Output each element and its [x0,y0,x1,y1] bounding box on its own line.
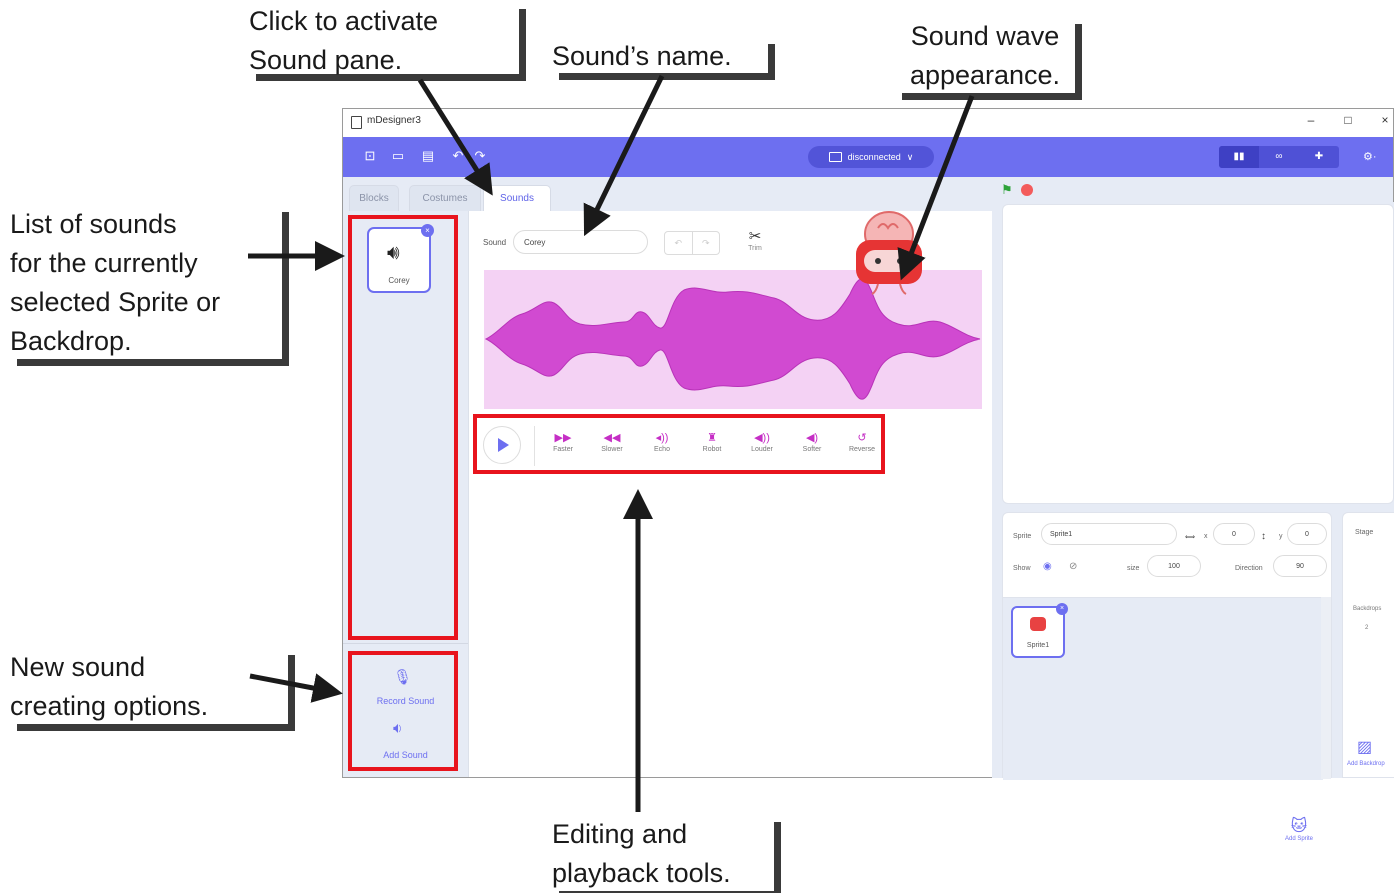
title-bar: mDesigner3 – □ × [343,109,1393,137]
new-project-icon[interactable]: ⊡ [363,149,377,163]
sound-name-label: Sound [483,238,507,247]
settings-gear-icon[interactable]: ⚙· [1363,150,1377,163]
show-visible-icon[interactable]: ◉ [1043,561,1052,572]
callout-line: selected Sprite or [10,287,221,317]
callout-new-sound: New sound creating options. [10,648,288,724]
callout-line: playback tools. [552,858,731,888]
sprite-name-input[interactable]: Sprite1 [1041,523,1177,545]
sprite-label: Sprite [1013,533,1032,540]
sound-editor: Sound Corey ↶ ↷ ✂ Trim ▶▶ Faster ◀◀ Slower… [468,211,994,777]
trim-label: Trim [748,245,762,252]
blocks-mode-button[interactable]: ▮▮ [1219,146,1259,168]
tab-costumes[interactable]: Costumes [409,185,481,211]
stage-panel: Stage Backdrops 2 ▨ Add Backdrop [1342,512,1394,778]
backdrops-label: Backdrops [1353,606,1382,612]
extension-mode-button[interactable]: ✚ [1299,146,1339,168]
connect-mode-button[interactable]: ∞ [1259,146,1299,168]
callout-line: Sound pane. [249,45,403,75]
callout-line: Editing and [552,819,688,849]
size-label: size [1127,565,1140,572]
y-label: y [1279,533,1283,540]
callout-line: Sound’s name. [552,41,732,71]
undo-redo-group: ↶ ↷ [664,231,720,255]
hide-icon[interactable]: ⊘ [1069,561,1077,572]
add-sprite-label: Add Sprite [1284,836,1314,842]
green-flag-icon[interactable]: ⚑ [1001,182,1013,198]
connection-status: disconnected [847,152,901,162]
mode-switcher: ▮▮ ∞ ✚ [1219,146,1339,168]
sprite-tile[interactable]: Sprite1 × [1011,603,1068,658]
maximize-button[interactable]: □ [1338,113,1358,127]
direction-label: Direction [1235,565,1263,572]
sound-name-input[interactable]: Corey [513,230,648,254]
connection-dropdown[interactable]: disconnected ∨ [808,146,934,168]
callout-sound-wave: Sound wave appearance. [895,17,1075,93]
callout-line: appearance. [909,60,1061,90]
trim-button[interactable]: ✂ Trim [743,227,767,252]
direction-input[interactable]: 90 [1273,555,1327,577]
undo-edit-button[interactable]: ↶ [665,232,692,254]
x-label: x [1204,533,1208,540]
scissors-icon: ✂ [748,228,762,245]
sprite-info-panel: Sprite Sprite1 ⟺ x 0 ↕ y 0 Show ◉ ⊘ size… [1002,512,1332,842]
callout-activate-sound-pane: Click to activate Sound pane. [249,2,519,75]
callout-line: creating options. [10,691,209,721]
callout-list-of-sounds: List of sounds for the currently selecte… [10,205,282,359]
y-input[interactable]: 0 [1287,523,1327,545]
size-input[interactable]: 100 [1147,555,1201,577]
redo-icon[interactable]: ↷ [473,149,487,163]
callout-line: New sound [10,652,146,682]
add-sprite-icon: 🐱︎ [1290,818,1308,835]
close-window-button[interactable]: × [1375,113,1393,127]
sprite-tile-name: Sprite1 [1026,642,1050,649]
save-icon[interactable]: ▤ [421,149,435,163]
monitor-icon [828,152,842,162]
tab-blocks[interactable]: Blocks [349,185,399,211]
redo-edit-button[interactable]: ↷ [691,232,720,254]
y-arrows-icon: ↕ [1261,531,1266,542]
callout-line: List of sounds [10,209,177,239]
add-backdrop-button[interactable]: Add Backdrop [1347,761,1385,767]
tools-highlight [473,414,885,474]
chevron-down-icon: ∨ [906,151,914,162]
add-backdrop-icon[interactable]: ▨ [1357,737,1372,757]
sprite-character[interactable] [848,206,930,296]
callout-line: Sound wave [910,21,1060,51]
callout-line: Backdrop. [10,326,132,356]
show-label: Show [1013,565,1031,572]
backdrops-count: 2 [1365,625,1369,631]
new-sound-highlight [348,651,458,771]
x-arrows-icon: ⟺ [1185,534,1196,541]
callout-editing-tools: Editing and playback tools. [552,815,774,891]
minimize-button[interactable]: – [1301,113,1321,127]
sprite-thumbnail [1030,617,1046,631]
callout-line: for the currently [10,248,198,278]
open-folder-icon[interactable]: ▭ [391,149,405,163]
add-sprite-button[interactable]: 🐱︎ Add Sprite [1277,816,1321,842]
stop-icon[interactable] [1021,184,1033,196]
tab-sounds[interactable]: Sounds [483,185,551,211]
sprite-list-scrollbar[interactable] [1321,597,1331,779]
document-icon [351,116,362,129]
callout-sound-name: Sound’s name. [552,37,768,73]
stage-panel-title: Stage [1355,529,1374,536]
sound-list-highlight [348,215,458,640]
undo-icon[interactable]: ↶ [451,149,465,163]
delete-sprite-icon[interactable]: × [1056,603,1068,615]
menu-bar: ⊡ ▭ ▤ ↶ ↷ disconnected ∨ ▮▮ ∞ ✚ ⚙· [343,137,1393,177]
callout-line: Click to activate [249,6,439,36]
x-input[interactable]: 0 [1213,523,1255,545]
stage-header: ⚑ [993,177,1393,203]
sprite-list: Sprite1 × 🐱︎ Add Sprite [1003,597,1323,842]
stage-canvas[interactable] [1002,204,1394,504]
window-title: mDesigner3 [367,115,421,126]
